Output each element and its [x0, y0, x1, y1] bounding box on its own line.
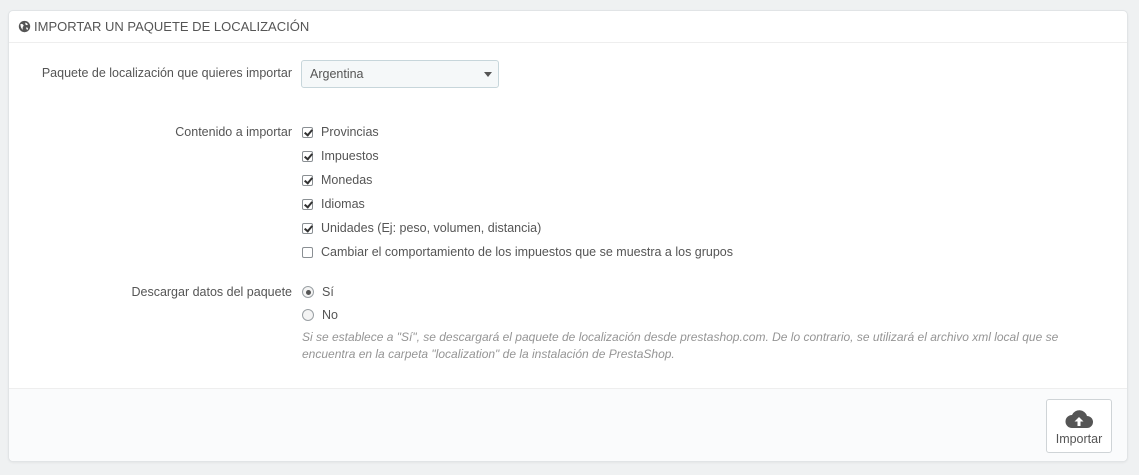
- checkbox-box[interactable]: [302, 126, 313, 138]
- content-label: Contenido a importar: [175, 125, 292, 139]
- checkbox-provincias[interactable]: Provincias: [302, 123, 379, 141]
- radio-label: No: [322, 308, 338, 322]
- checkbox-label: Impuestos: [321, 149, 379, 163]
- checkbox-impuestos[interactable]: Impuestos: [302, 147, 379, 165]
- checkbox-label: Unidades (Ej: peso, volumen, distancia): [321, 221, 542, 235]
- pack-label: Paquete de localización que quieres impo…: [41, 66, 292, 80]
- panel-footer: Importar: [9, 388, 1127, 461]
- checkbox-box[interactable]: [302, 174, 313, 186]
- checkbox-idiomas[interactable]: Idiomas: [302, 195, 365, 213]
- chevron-down-icon: [484, 72, 492, 77]
- localization-import-panel: IMPORTAR UN PAQUETE DE LOCALIZACIÓN Paqu…: [8, 10, 1128, 462]
- panel-heading: IMPORTAR UN PAQUETE DE LOCALIZACIÓN: [9, 11, 1127, 43]
- checkbox-label: Idiomas: [321, 197, 365, 211]
- download-label: Descargar datos del paquete: [131, 285, 292, 299]
- checkbox-monedas[interactable]: Monedas: [302, 171, 372, 189]
- radio-no[interactable]: No: [302, 306, 338, 324]
- checkbox-label: Cambiar el comportamiento de los impuest…: [321, 245, 734, 259]
- checkbox-tax-behavior[interactable]: Cambiar el comportamiento de los impuest…: [302, 243, 733, 261]
- radio-button[interactable]: [302, 309, 314, 321]
- import-button[interactable]: Importar: [1046, 399, 1112, 453]
- cloud-upload-icon: [1065, 410, 1093, 428]
- radio-yes[interactable]: Sí: [302, 283, 334, 301]
- checkbox-box[interactable]: [302, 222, 313, 234]
- globe-icon: [18, 20, 31, 33]
- checkbox-box[interactable]: [302, 150, 313, 162]
- checkbox-box[interactable]: [302, 198, 313, 210]
- pack-select[interactable]: Argentina: [301, 60, 499, 88]
- radio-button[interactable]: [302, 286, 314, 298]
- checkbox-label: Provincias: [321, 125, 379, 139]
- checkbox-box[interactable]: [302, 246, 313, 258]
- help-text: Si se establece a "Sí", se descargará el…: [302, 330, 1059, 361]
- checkbox-label: Monedas: [321, 173, 373, 187]
- pack-select-value: Argentina: [310, 67, 364, 81]
- radio-label: Sí: [322, 285, 334, 299]
- import-label: Importar: [1055, 432, 1103, 446]
- checkbox-unidades[interactable]: Unidades (Ej: peso, volumen, distancia): [302, 219, 541, 237]
- panel-title: IMPORTAR UN PAQUETE DE LOCALIZACIÓN: [34, 19, 310, 34]
